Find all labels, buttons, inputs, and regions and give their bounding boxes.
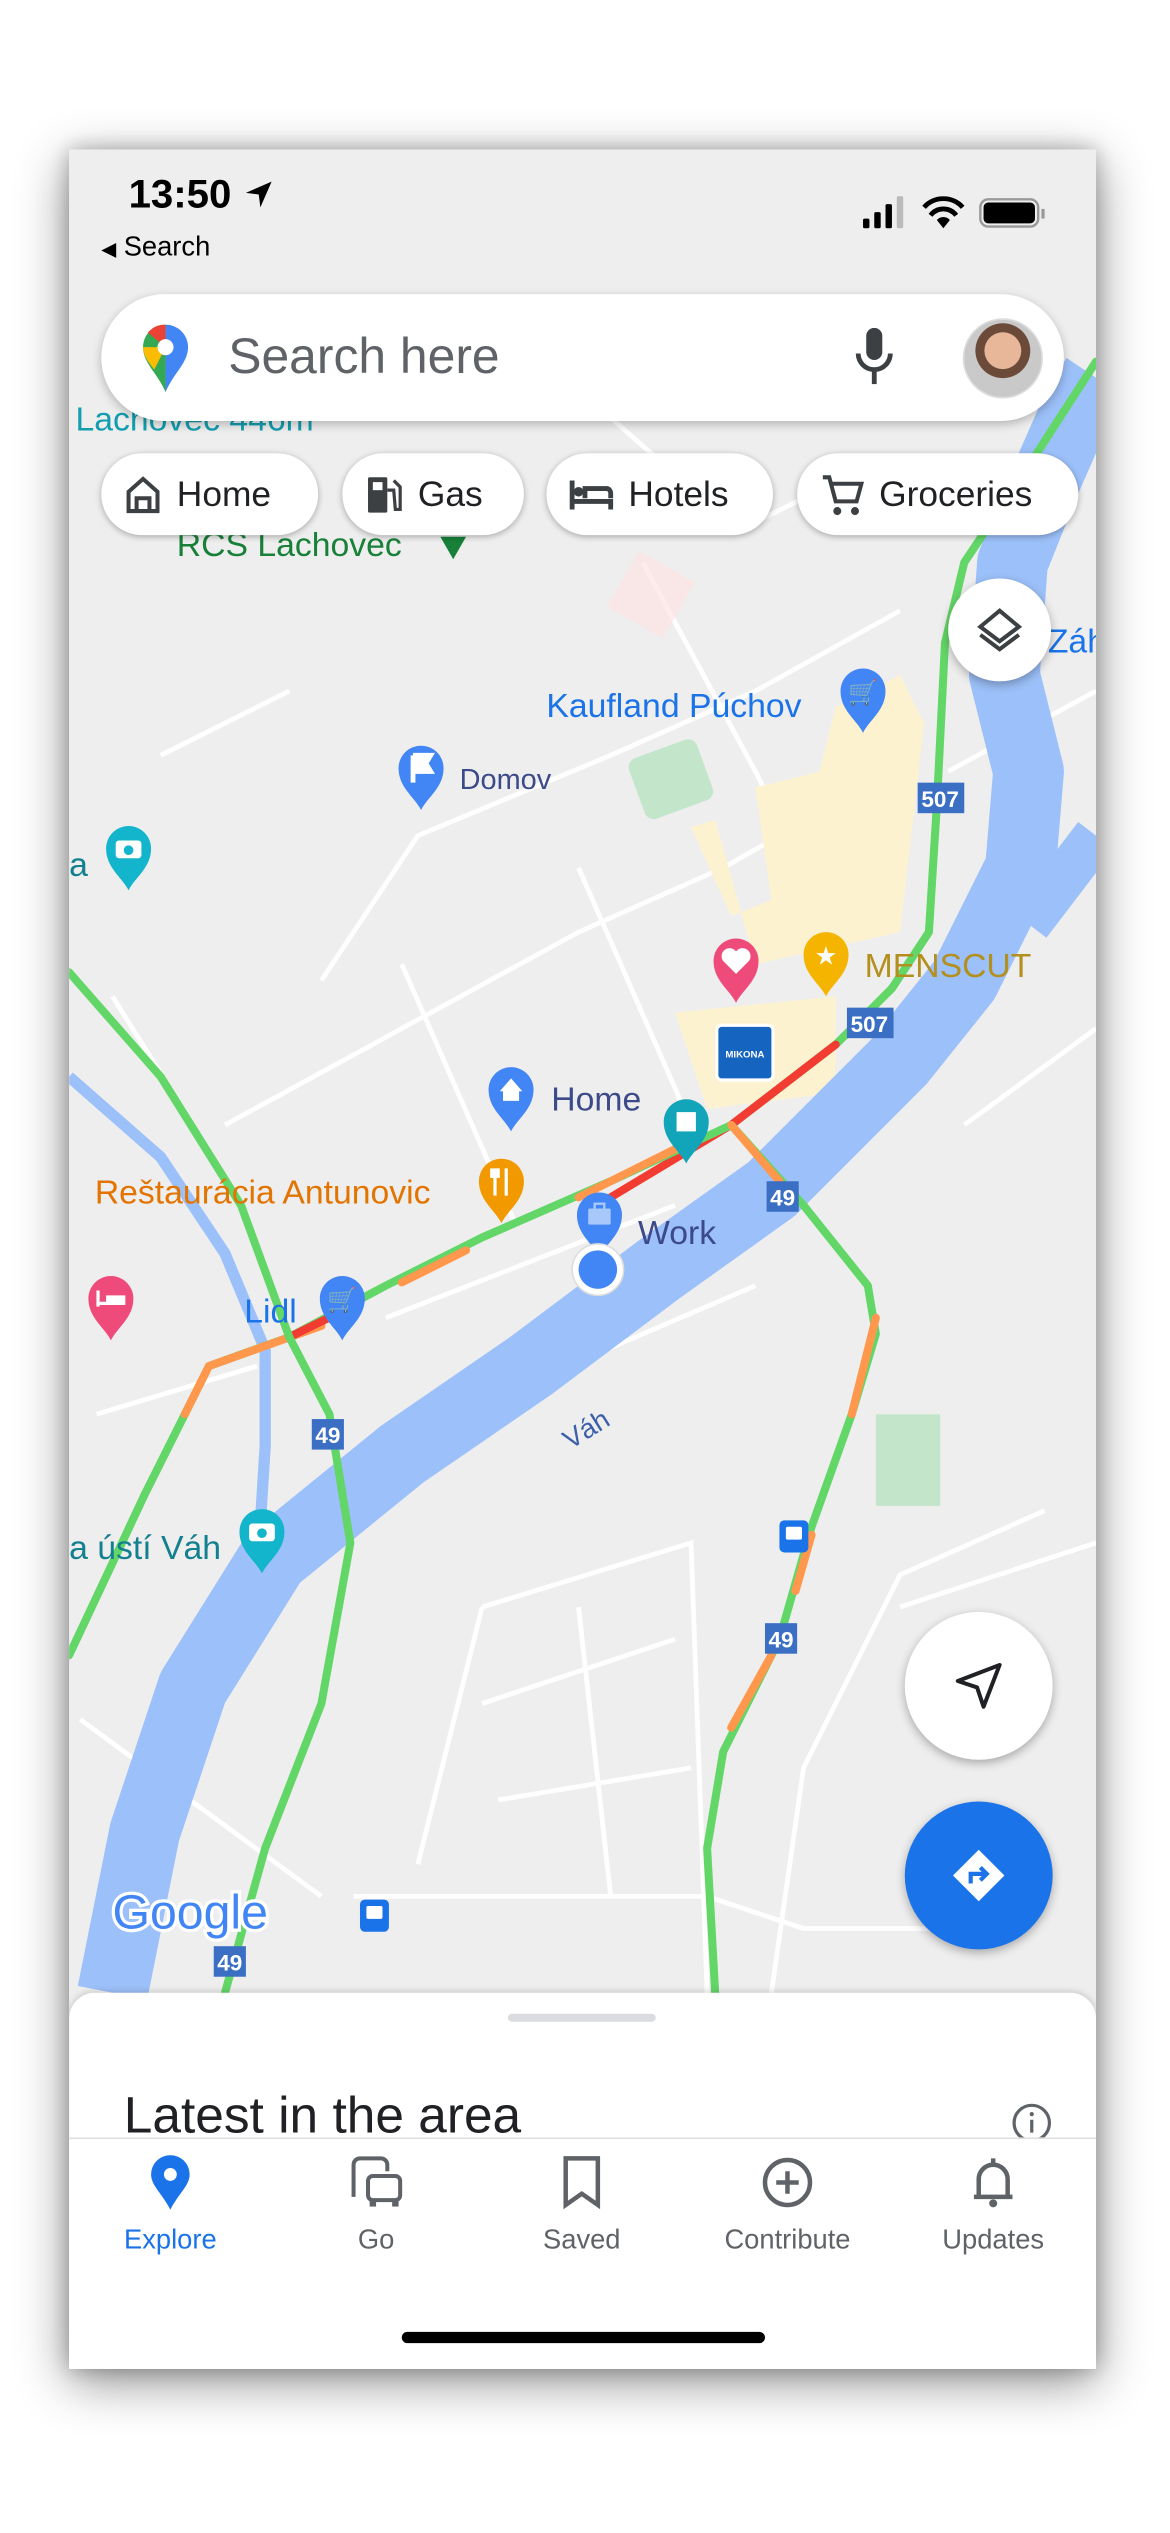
svg-text:507: 507 [921, 787, 959, 812]
map-layers-button[interactable] [948, 578, 1052, 682]
nav-saved[interactable]: Saved [479, 2155, 685, 2256]
commute-icon [351, 2156, 403, 2207]
signal-icon [863, 196, 904, 229]
road-shield: 49 [764, 1623, 798, 1654]
bell-icon [973, 2158, 1013, 2208]
add-circle-icon [762, 2157, 813, 2208]
label-lidl[interactable]: Lidl [244, 1293, 297, 1331]
svg-text:🛒: 🛒 [327, 1286, 357, 1314]
svg-text:MIKONA: MIKONA [725, 1049, 764, 1060]
home-icon [126, 475, 160, 513]
label-restaurant[interactable]: Reštaurácia Antunovic [95, 1174, 431, 1212]
search-input[interactable]: Search here [228, 328, 499, 386]
google-logo: GoogleGoogle [109, 1882, 271, 1942]
train-station-icon[interactable] [359, 1899, 389, 1932]
sheet-drag-handle[interactable] [507, 2013, 656, 2022]
label-zah: Záh [1048, 622, 1096, 660]
road-shield: 507 [917, 782, 965, 814]
stage: 507 507 49 49 49 49 Lachovec 446m RCS La… [0, 0, 1170, 2533]
my-location-button[interactable] [904, 1611, 1053, 1760]
road-shield: 507 [846, 1007, 894, 1039]
gas-station-icon [368, 476, 402, 512]
label-menscut[interactable]: MENSCUT [865, 947, 1032, 985]
directions-button[interactable] [904, 1801, 1053, 1950]
chip-hotels[interactable]: Hotels [546, 453, 774, 536]
location-arrow-icon [245, 181, 272, 208]
label-kaufland[interactable]: Kaufland Púchov [546, 687, 801, 725]
park-area [875, 1414, 941, 1506]
bed-icon [569, 479, 614, 509]
cart-icon [822, 474, 865, 515]
svg-text:49: 49 [315, 1423, 340, 1448]
svg-text:49: 49 [217, 1950, 242, 1975]
train-station-icon[interactable] [779, 1520, 809, 1553]
label-home[interactable]: Home [551, 1081, 641, 1119]
road-shield: 49 [311, 1419, 344, 1450]
wifi-icon [922, 196, 965, 229]
battery-icon [979, 198, 1045, 228]
label-domov[interactable]: Domov [460, 764, 552, 796]
layers-icon [977, 608, 1023, 652]
bottom-sheet[interactable]: Latest in the area Explore Go Saved Cont… [69, 1992, 1097, 2369]
my-location-dot[interactable] [571, 1243, 625, 1297]
svg-text:49: 49 [769, 1627, 794, 1652]
directions-icon [953, 1849, 1005, 1902]
back-to-search-link[interactable]: ◀ Search [101, 231, 210, 263]
status-time: 13:50 [129, 172, 275, 219]
chip-gas[interactable]: Gas [342, 453, 524, 536]
svg-text:507: 507 [851, 1012, 889, 1037]
microphone-icon[interactable] [855, 327, 894, 386]
phone-screen: 507 507 49 49 49 49 Lachovec 446m RCS La… [69, 149, 1097, 2369]
road-shield: 49 [213, 1946, 246, 1977]
navigation-arrow-icon [955, 1662, 1002, 1709]
chip-home[interactable]: Home [101, 453, 319, 536]
avatar[interactable] [962, 318, 1044, 399]
label-left-a: a [69, 846, 88, 884]
bookmark-icon [563, 2156, 601, 2210]
label-usti-vah[interactable]: a ústí Váh [69, 1529, 221, 1567]
bottom-navigation: Explore Go Saved Contribute Updates [69, 2137, 1097, 2369]
svg-text:★: ★ [815, 942, 838, 970]
label-work[interactable]: Work [638, 1214, 716, 1252]
nav-updates[interactable]: Updates [890, 2155, 1096, 2256]
nav-explore[interactable]: Explore [69, 2155, 273, 2256]
home-indicator[interactable] [401, 2331, 765, 2344]
nav-go[interactable]: Go [273, 2155, 479, 2256]
status-icons [863, 196, 1045, 229]
svg-text:49: 49 [770, 1185, 795, 1210]
explore-pin-icon [151, 2155, 190, 2210]
road-shield: 49 [766, 1181, 799, 1212]
search-bar[interactable]: Search here [101, 294, 1064, 422]
chip-groceries[interactable]: Groceries [797, 453, 1079, 536]
nav-contribute[interactable]: Contribute [685, 2155, 891, 2256]
mikona-logo[interactable]: MIKONA [715, 1023, 775, 1082]
svg-text:🛒: 🛒 [848, 679, 878, 707]
google-maps-logo-icon [143, 324, 189, 393]
back-triangle-icon: ◀ [101, 237, 117, 261]
svg-text:Google: Google [112, 1886, 267, 1940]
